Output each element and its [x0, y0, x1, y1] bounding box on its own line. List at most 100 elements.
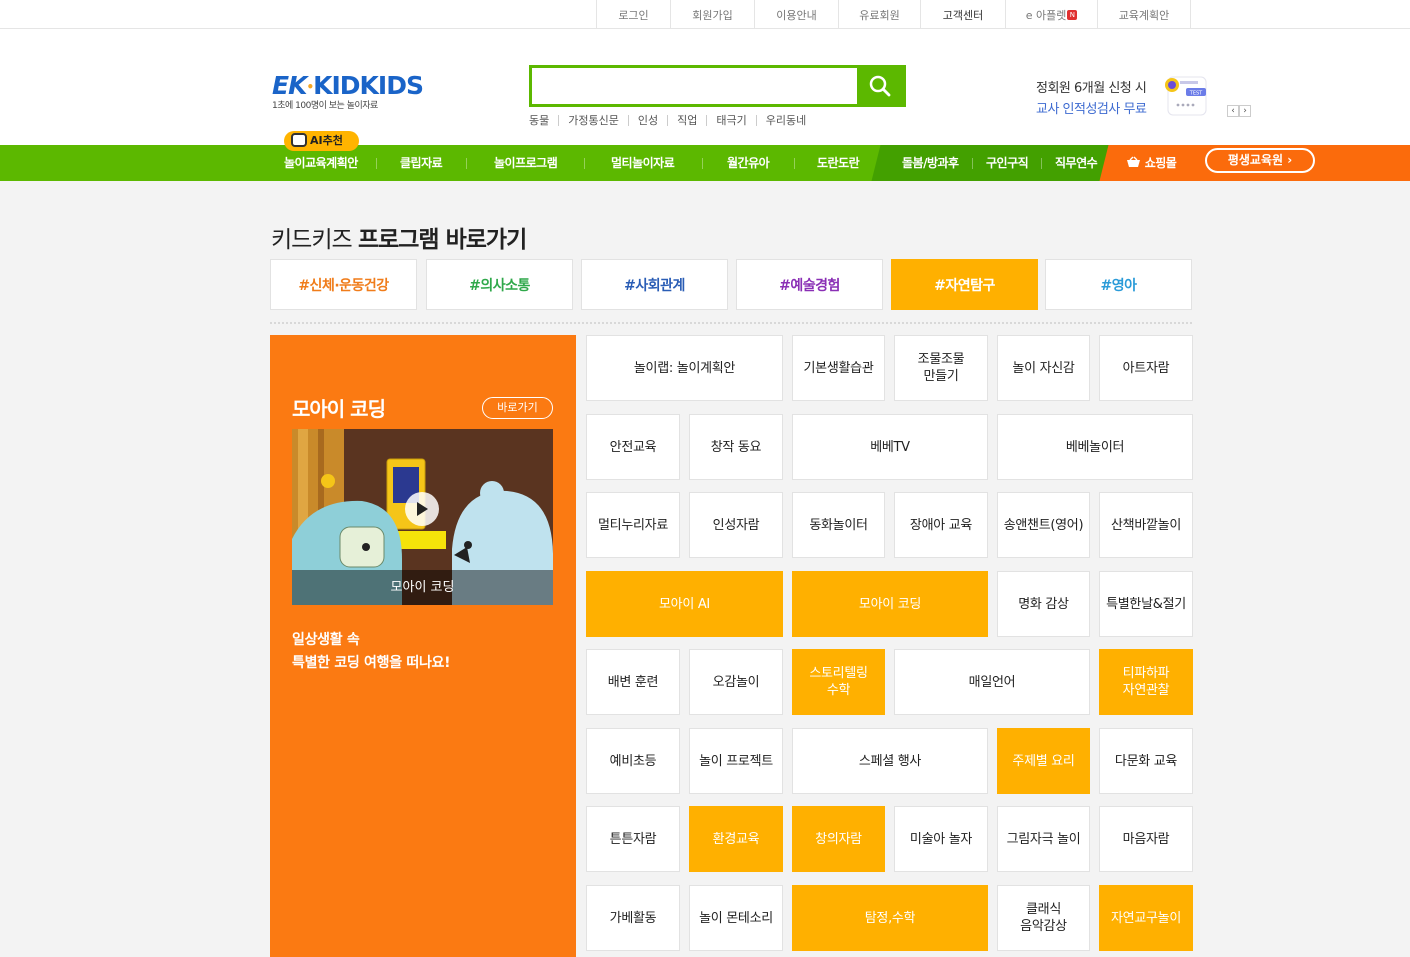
education-plan-link[interactable]: 교육계획안 [1097, 0, 1191, 29]
ai-recommend-badge[interactable]: AI추천 [284, 131, 359, 151]
program-item[interactable]: 베베놀이터 [997, 414, 1193, 480]
search-icon [869, 75, 891, 97]
site-logo[interactable]: EK•KIDKIDS 1초에 100명이 보는 놀이자료 [272, 71, 424, 115]
program-item[interactable]: 모아이 코딩 [792, 571, 988, 637]
search-box [529, 65, 906, 107]
video-caption: 모아이 코딩 [292, 570, 553, 605]
program-item[interactable]: 마음자람 [1099, 806, 1193, 872]
program-item[interactable]: 예비초등 [586, 728, 680, 794]
ai-badge-label: AI추천 [310, 134, 343, 147]
promo-next-button[interactable]: › [1239, 105, 1251, 117]
program-item[interactable]: 티파하파 자연관찰 [1099, 649, 1193, 715]
keyword-link[interactable]: 직업 [667, 115, 706, 126]
guide-link[interactable]: 이용안내 [754, 0, 838, 29]
tab-art[interactable]: #예술경험 [736, 259, 883, 310]
video-thumbnail[interactable]: 모아이 코딩 [292, 429, 553, 605]
keyword-link[interactable]: 태극기 [706, 115, 755, 126]
promo-pager: ‹ › [1227, 105, 1251, 117]
tab-physical[interactable]: #신체·운동건강 [270, 259, 417, 310]
program-item[interactable]: 놀이 프로젝트 [689, 728, 783, 794]
program-item[interactable]: 가베활동 [586, 885, 680, 951]
nav-care[interactable]: 돌봄/방과후 [902, 145, 959, 181]
tab-communication[interactable]: #의사소통 [426, 259, 573, 310]
program-item[interactable]: 배변 훈련 [586, 649, 680, 715]
feature-description: 일상생활 속 특별한 코딩 여행을 떠나요! [292, 632, 451, 671]
program-item[interactable]: 아트자람 [1099, 335, 1193, 401]
nav-shop-label: 쇼핑몰 [1144, 156, 1177, 170]
program-item[interactable]: 창의자람 [792, 806, 885, 872]
lifelong-edu-button[interactable]: 평생교육원 › [1205, 148, 1315, 173]
nav-multi-play[interactable]: 멀티놀이자료 [611, 145, 675, 181]
search-button[interactable] [857, 68, 903, 104]
keyword-link[interactable]: 우리동네 [755, 115, 815, 126]
program-item[interactable]: 튼튼자람 [586, 806, 680, 872]
program-item[interactable]: 놀이 몬테소리 [689, 885, 783, 951]
program-item[interactable]: 스페셜 행사 [792, 728, 988, 794]
nav-clip[interactable]: 클립자료 [400, 145, 443, 181]
logo-wordmark: EK•KIDKIDS [272, 71, 424, 100]
program-item[interactable]: 스토리텔링 수학 [792, 649, 885, 715]
program-item[interactable]: 산책바깥놀이 [1099, 492, 1193, 558]
play-icon [417, 502, 428, 516]
paid-member-link[interactable]: 유료회원 [838, 0, 920, 29]
signup-link[interactable]: 회원가입 [670, 0, 754, 29]
nav-shop[interactable]: 쇼핑몰 [1126, 145, 1177, 181]
tab-nature[interactable]: #자연탐구 [891, 259, 1038, 310]
program-item[interactable]: 송앤챈트(영어) [997, 492, 1090, 558]
program-item[interactable]: 기본생활습관 [792, 335, 885, 401]
customer-center-link[interactable]: 고객센터 [920, 0, 1005, 29]
feature-title: 모아이 코딩 [292, 397, 386, 421]
keyword-link[interactable]: 가정통신문 [558, 115, 628, 126]
program-item[interactable]: 다문화 교육 [1099, 728, 1193, 794]
program-item[interactable]: 놀이랩: 놀이계획안 [586, 335, 783, 401]
program-item[interactable]: 놀이 자신감 [997, 335, 1090, 401]
program-item[interactable]: 매일언어 [894, 649, 1090, 715]
program-item[interactable]: 주제별 요리 [997, 728, 1090, 794]
header: EK•KIDKIDS 1초에 100명이 보는 놀이자료 동물 가정통신문 인성… [0, 29, 1410, 145]
section-title: 키드키즈 프로그램 바로가기 [271, 227, 527, 253]
tab-social[interactable]: #사회관계 [581, 259, 728, 310]
search-input[interactable] [532, 68, 860, 104]
feature-panel: 모아이 코딩 바로가기 모아이 코딩 일상생활 속 특별한 코딩 여행을 떠나요… [270, 335, 576, 957]
program-item[interactable]: 창작 동요 [689, 414, 783, 480]
program-item[interactable]: 동화놀이터 [792, 492, 885, 558]
program-item[interactable]: 베베TV [792, 414, 988, 480]
nav-play-program[interactable]: 놀이프로그램 [494, 145, 558, 181]
nav-jobs[interactable]: 구인구직 [986, 145, 1029, 181]
program-item[interactable]: 멀티누리자료 [586, 492, 680, 558]
keyword-link[interactable]: 인성 [627, 115, 667, 126]
nav-monthly-kids[interactable]: 월간유아 [727, 145, 770, 181]
new-badge: N [1067, 9, 1078, 20]
popular-keywords: 동물 가정통신문 인성 직업 태극기 우리동네 [529, 115, 815, 126]
divider [270, 322, 1192, 324]
top-utility-bar: 로그인 회원가입 이용안내 유료회원 고객센터 e 아플렛 N 교육계획안 [0, 0, 1410, 29]
program-item[interactable]: 특별한날&절기 [1099, 571, 1193, 637]
program-item[interactable]: 명화 감상 [997, 571, 1090, 637]
login-link[interactable]: 로그인 [596, 0, 670, 29]
nav-doran[interactable]: 도란도란 [817, 145, 860, 181]
test-document-icon: TEST [1165, 76, 1207, 116]
test-badge: TEST [1189, 91, 1203, 97]
nav-training[interactable]: 직무연수 [1055, 145, 1098, 181]
robot-icon [291, 133, 307, 147]
e-applet-label: e 아플렛 [1025, 8, 1067, 22]
program-item[interactable]: 탐정,수학 [792, 885, 988, 951]
program-item[interactable]: 오감놀이 [689, 649, 783, 715]
keyword-link[interactable]: 동물 [529, 115, 558, 126]
program-item[interactable]: 미술아 놀자 [894, 806, 988, 872]
program-item[interactable]: 인성자람 [689, 492, 783, 558]
play-button[interactable] [405, 492, 439, 526]
program-item[interactable]: 조물조물 만들기 [894, 335, 988, 401]
program-item[interactable]: 자연교구놀이 [1099, 885, 1193, 951]
promo-prev-button[interactable]: ‹ [1227, 105, 1239, 117]
main-nav: 놀이교육계획안 클립자료 놀이프로그램 멀티놀이자료 월간유아 도란도란 돌봄/… [0, 145, 1410, 181]
e-applet-link[interactable]: e 아플렛 N [1005, 0, 1097, 29]
feature-go-button[interactable]: 바로가기 [482, 397, 553, 419]
program-item[interactable]: 그림자극 놀이 [997, 806, 1090, 872]
program-item[interactable]: 환경교육 [689, 806, 783, 872]
program-item[interactable]: 장애아 교육 [894, 492, 988, 558]
program-item[interactable]: 안전교육 [586, 414, 680, 480]
tab-infant[interactable]: #영아 [1045, 259, 1192, 310]
program-item[interactable]: 모아이 AI [586, 571, 783, 637]
program-item[interactable]: 클래식 음악감상 [997, 885, 1090, 951]
